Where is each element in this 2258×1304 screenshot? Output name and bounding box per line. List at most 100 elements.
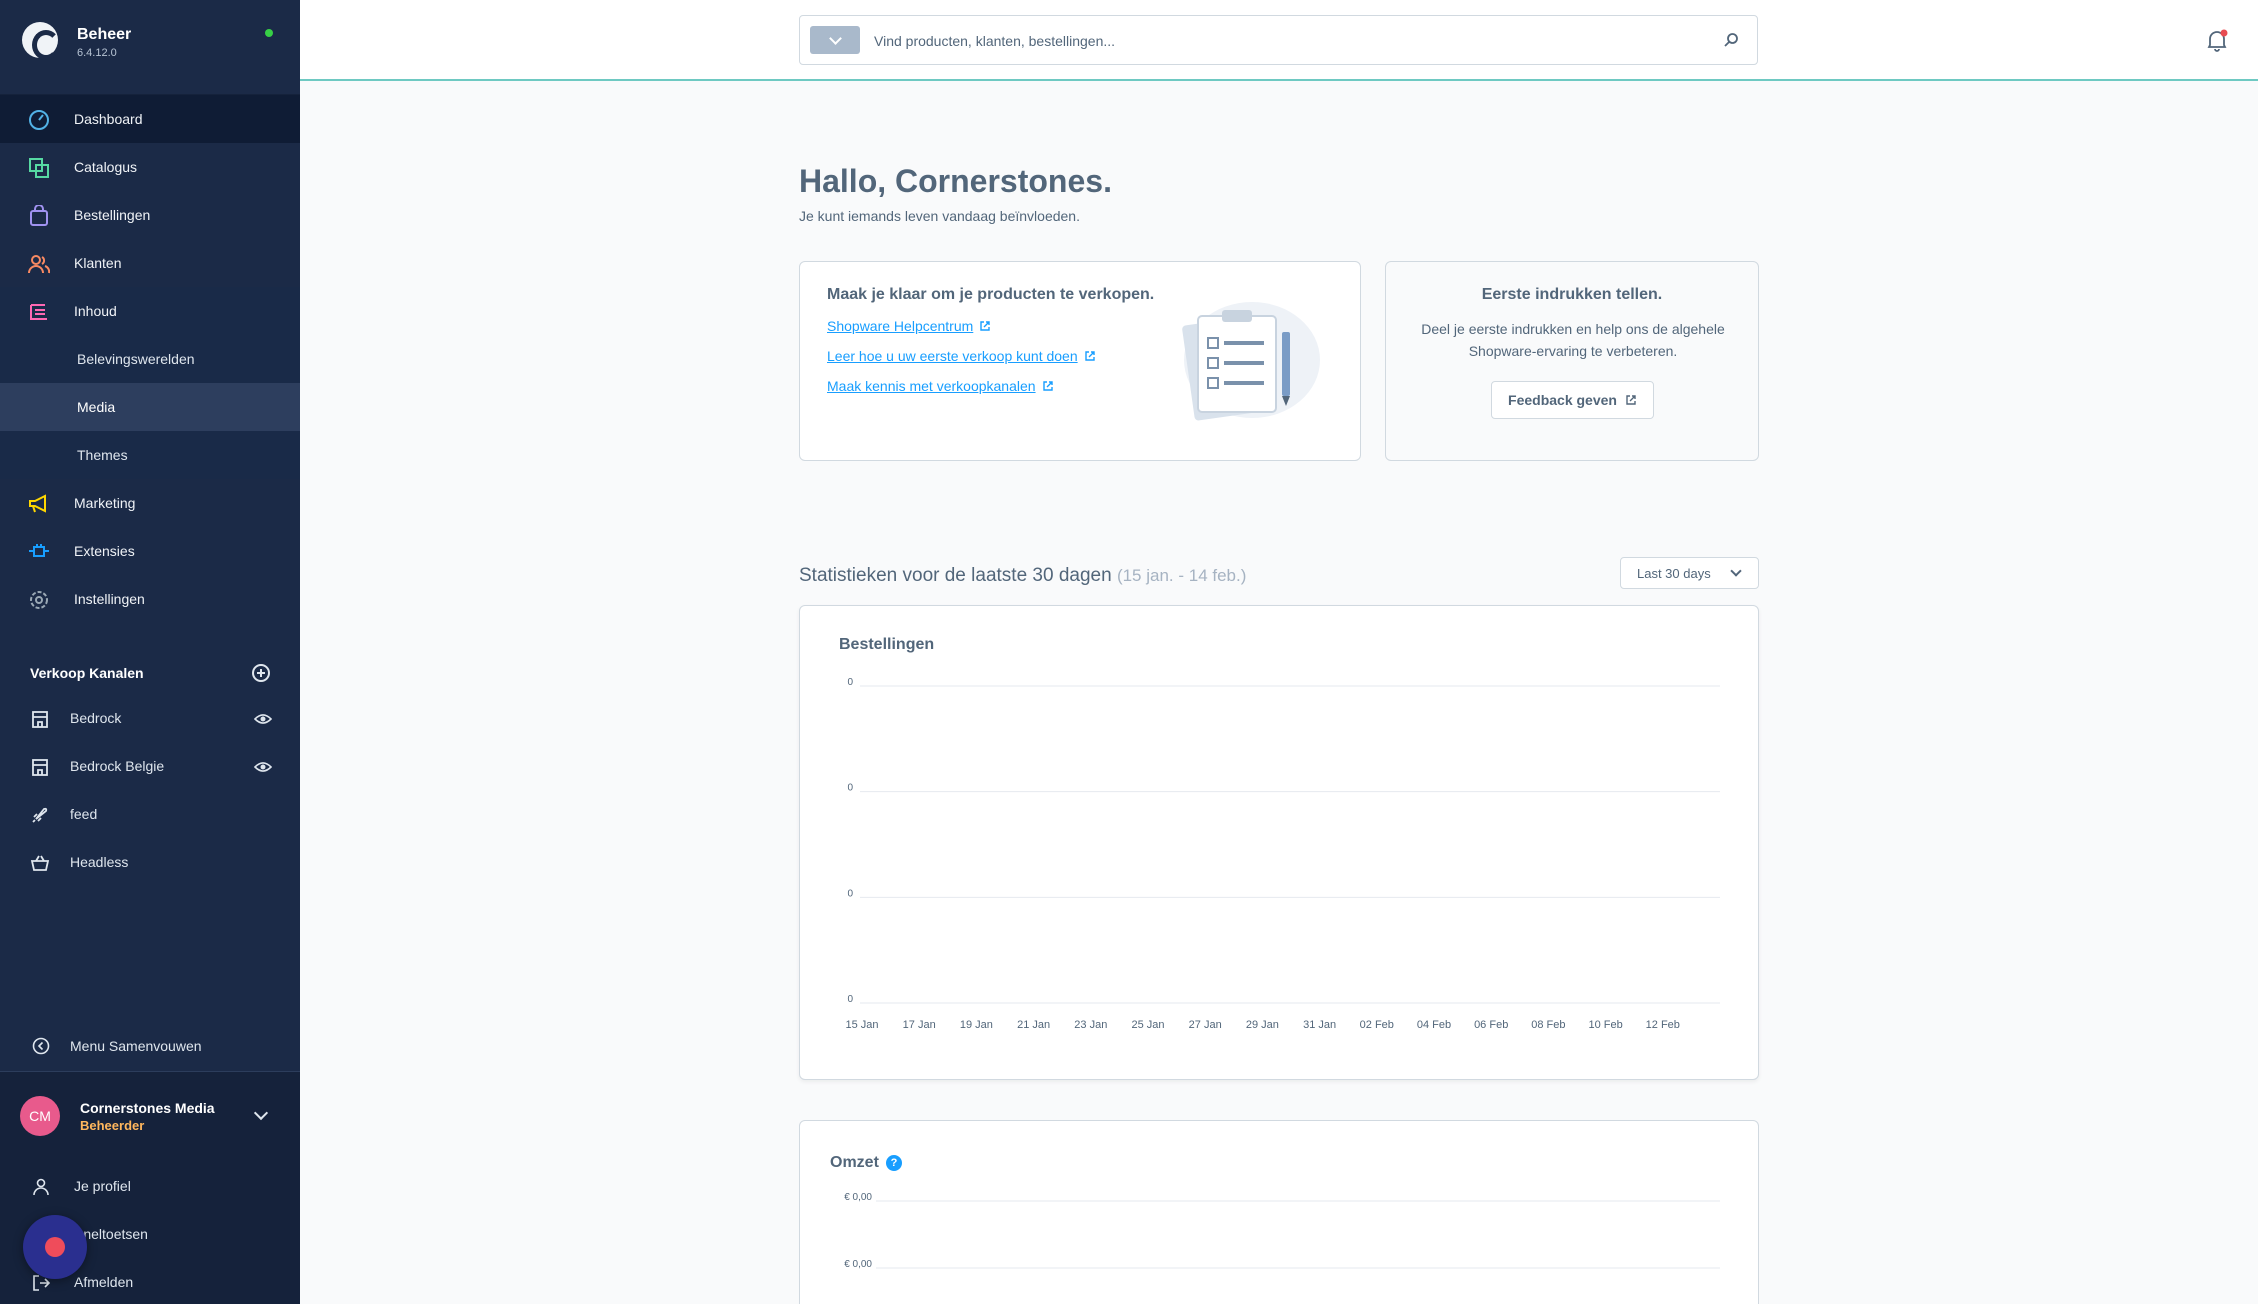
x-tick-label: 19 Jan bbox=[960, 1019, 993, 1031]
sidebar-item-label: Dashboard bbox=[74, 111, 143, 127]
sidebar-item-catalog[interactable]: Catalogus bbox=[0, 143, 300, 191]
avatar: CM bbox=[20, 1096, 60, 1136]
user-menu[interactable]: CM Cornerstones Media Beheerder bbox=[0, 1071, 300, 1159]
search-icon[interactable] bbox=[1723, 32, 1739, 48]
external-link-icon bbox=[1042, 381, 1053, 391]
sales-channel-headless[interactable]: Headless bbox=[0, 839, 300, 887]
admin-sidebar: Beheer 6.4.12.0 Dashboard Catalogus Best… bbox=[0, 0, 300, 1304]
sidebar-item-label: Klanten bbox=[74, 255, 122, 271]
sidebar-item-orders[interactable]: Bestellingen bbox=[0, 191, 300, 239]
sidebar-item-content[interactable]: Inhoud bbox=[0, 287, 300, 335]
x-tick-label: 21 Jan bbox=[1017, 1019, 1050, 1031]
plug-icon bbox=[29, 544, 49, 557]
statistics-date-range: (15 jan. - 14 feb.) bbox=[1116, 566, 1247, 585]
help-center-link[interactable]: Shopware Helpcentrum bbox=[827, 318, 991, 334]
catalog-icon bbox=[29, 158, 49, 178]
chevron-left-circle-icon bbox=[32, 1037, 50, 1055]
first-sale-link[interactable]: Leer hoe u uw eerste verkoop kunt doen bbox=[827, 348, 1096, 364]
external-link-icon bbox=[1084, 351, 1095, 361]
orders-chart-card: Bestellingen 0 0 0 0 15 Jan 17 Jan 19 Jan 21 Ja… bbox=[799, 605, 1759, 1080]
search-input[interactable] bbox=[874, 29, 1674, 53]
feedback-button-label: Feedback geven bbox=[1508, 392, 1617, 408]
sales-channel-label: feed bbox=[70, 806, 98, 822]
y-tick-label: 0 bbox=[847, 994, 853, 1005]
sidebar-item-label: Catalogus bbox=[74, 159, 138, 175]
sidebar-item-label: Themes bbox=[77, 447, 128, 463]
sidebar-subitem-themes[interactable]: Themes bbox=[0, 431, 300, 479]
megaphone-icon bbox=[29, 494, 46, 513]
sidebar-item-label: Extensies bbox=[74, 543, 135, 559]
link-text: Leer hoe u uw eerste verkoop kunt doen bbox=[827, 348, 1078, 364]
revenue-line-chart: € 0,00 € 0,00 bbox=[844, 1192, 1720, 1270]
sales-channel-bedrock-belgie[interactable]: Bedrock Belgie bbox=[0, 743, 300, 791]
shopware-logo-icon[interactable] bbox=[22, 22, 60, 60]
y-tick-label: € 0,00 bbox=[844, 1259, 872, 1270]
external-link-icon bbox=[980, 321, 990, 331]
sidebar-item-label: Bestellingen bbox=[74, 207, 151, 223]
sales-channel-bedrock[interactable]: Bedrock bbox=[0, 695, 300, 743]
feedback-button[interactable]: Feedback geven bbox=[1491, 381, 1654, 419]
page-subtitle: Je kunt iemands leven vandaag beïnvloede… bbox=[799, 208, 1080, 224]
sales-channel-label: Bedrock Belgie bbox=[70, 758, 165, 774]
external-link-icon bbox=[1626, 395, 1636, 405]
date-range-select[interactable]: Last 30 days bbox=[1620, 557, 1759, 589]
content-icon bbox=[30, 304, 47, 320]
getting-started-title: Maak je klaar om je producten te verkope… bbox=[827, 286, 1155, 303]
sidebar-header: Beheer 6.4.12.0 bbox=[0, 0, 300, 95]
record-button[interactable] bbox=[23, 1215, 87, 1279]
sales-channels-link[interactable]: Maak kennis met verkoopkanalen bbox=[827, 378, 1054, 394]
feedback-text: Deel je eerste indrukken en help ons de … bbox=[1421, 321, 1725, 359]
sidebar-subitem-media[interactable]: Media bbox=[0, 383, 300, 431]
chevron-down-icon[interactable] bbox=[253, 1105, 269, 1121]
y-tick-label: 0 bbox=[847, 888, 853, 899]
eye-icon[interactable] bbox=[254, 759, 272, 775]
collapse-menu-button[interactable]: Menu Samenvouwen bbox=[0, 1023, 300, 1071]
sidebar-item-label: Belevingswerelden bbox=[77, 351, 195, 367]
sidebar-item-settings[interactable]: Instellingen bbox=[0, 575, 300, 623]
x-tick-label: 08 Feb bbox=[1531, 1019, 1565, 1031]
y-tick-label: 0 bbox=[847, 677, 853, 688]
x-tick-label: 12 Feb bbox=[1646, 1019, 1680, 1031]
statistics-title: Statistieken voor de laatste 30 dagen bbox=[799, 565, 1112, 586]
user-name: Cornerstones Media bbox=[80, 1100, 215, 1116]
sidebar-item-customers[interactable]: Klanten bbox=[0, 239, 300, 287]
x-tick-label: 15 Jan bbox=[845, 1019, 878, 1031]
x-tick-label: 27 Jan bbox=[1189, 1019, 1222, 1031]
orders-bag-icon bbox=[30, 205, 48, 226]
notification-bell-icon[interactable] bbox=[2205, 28, 2229, 52]
link-text: Shopware Helpcentrum bbox=[827, 318, 974, 334]
user-role: Beheerder bbox=[80, 1118, 145, 1133]
feedback-card: Eerste indrukken tellen. Deel je eerste … bbox=[1385, 261, 1759, 461]
storefront-icon bbox=[32, 711, 48, 728]
feedback-title: Eerste indrukken tellen. bbox=[1481, 286, 1663, 303]
checklist-illustration-icon bbox=[1182, 302, 1320, 421]
dashboard-icon bbox=[29, 110, 49, 130]
page-title: Hallo, Cornerstones. bbox=[799, 163, 1112, 199]
y-tick-label: € 0,00 bbox=[844, 1192, 872, 1203]
profile-link[interactable]: Je profiel bbox=[0, 1163, 300, 1211]
add-sales-channel-icon[interactable] bbox=[252, 664, 270, 682]
date-range-value: Last 30 days bbox=[1637, 566, 1711, 581]
sidebar-subitem-shopping-experiences[interactable]: Belevingswerelden bbox=[0, 335, 300, 383]
search-type-dropdown[interactable] bbox=[810, 26, 860, 54]
x-tick-label: 25 Jan bbox=[1131, 1019, 1164, 1031]
storefront-icon bbox=[32, 759, 48, 776]
x-tick-label: 02 Feb bbox=[1360, 1019, 1394, 1031]
orders-line-chart: 0 0 0 0 15 Jan 17 Jan 19 Jan 21 Jan 23 Jan 25 Jan… bbox=[845, 677, 1720, 1031]
topbar bbox=[300, 0, 2258, 81]
x-tick-label: 10 Feb bbox=[1588, 1019, 1622, 1031]
sidebar-item-extensions[interactable]: Extensies bbox=[0, 527, 300, 575]
x-tick-label: 04 Feb bbox=[1417, 1019, 1451, 1031]
sales-channel-feed[interactable]: feed bbox=[0, 791, 300, 839]
eye-icon[interactable] bbox=[254, 711, 272, 727]
chevron-down-icon bbox=[1730, 565, 1742, 577]
app-name: Beheer bbox=[77, 26, 132, 43]
sidebar-item-marketing[interactable]: Marketing bbox=[0, 479, 300, 527]
x-tick-label: 29 Jan bbox=[1246, 1019, 1279, 1031]
logout-label: Afmelden bbox=[74, 1274, 134, 1290]
rocket-icon bbox=[32, 807, 48, 823]
statistics-heading: Statistieken voor de laatste 30 dagen (1… bbox=[799, 565, 1246, 587]
sidebar-item-dashboard[interactable]: Dashboard bbox=[0, 95, 300, 143]
app-version: 6.4.12.0 bbox=[77, 47, 117, 59]
x-tick-label: 06 Feb bbox=[1474, 1019, 1508, 1031]
